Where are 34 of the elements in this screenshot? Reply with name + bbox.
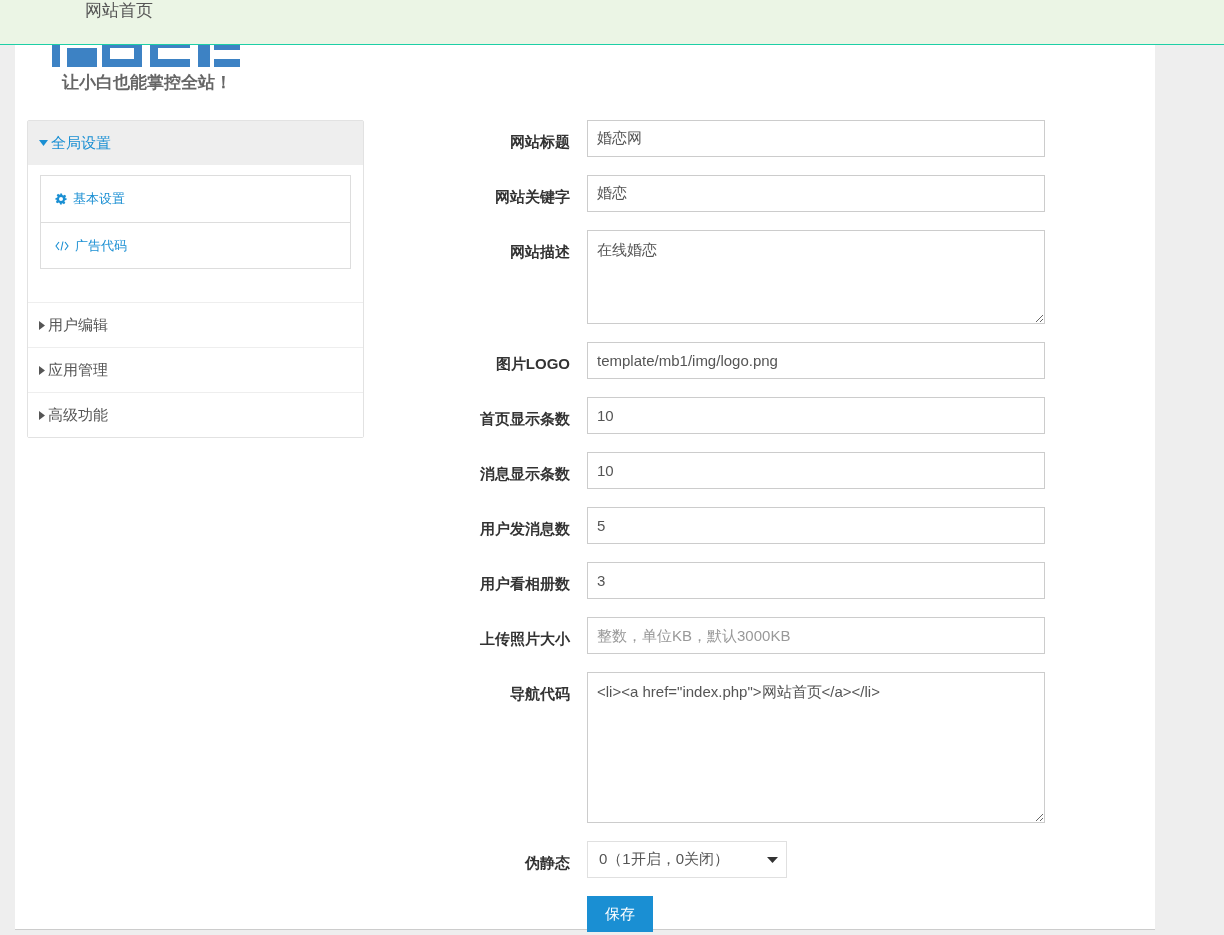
select-dropdown[interactable]: 0（1开启，0关闭） <box>587 841 787 878</box>
field-label: 用户看相册数 <box>479 574 571 594</box>
home-link[interactable]: 网站首页 <box>85 0 153 24</box>
field-label: 网站标题 <box>509 132 571 152</box>
text-field[interactable]: 10 <box>587 452 1045 489</box>
field-label: 导航代码 <box>509 684 571 704</box>
text-field[interactable]: 整数，单位KB，默认3000KB <box>587 617 1045 654</box>
field-label: 用户发消息数 <box>479 519 571 539</box>
text-area[interactable]: 在线婚恋 <box>587 230 1045 324</box>
text-field[interactable]: 婚恋网 <box>587 120 1045 157</box>
gear-icon <box>55 193 67 205</box>
caret-right-icon <box>39 365 45 375</box>
code-area[interactable]: <li><a href="index.php">网站首页</a></li> <box>587 672 1045 823</box>
code-icon <box>55 240 69 251</box>
field-label: 伪静态 <box>523 853 571 873</box>
text-field[interactable]: 婚恋 <box>587 175 1045 212</box>
caret-right-icon <box>39 320 45 330</box>
caret-down-icon <box>767 856 778 863</box>
text-field[interactable]: 10 <box>587 397 1045 434</box>
text-field[interactable]: template/mb1/img/logo.png <box>587 342 1045 379</box>
field-label: 首页显示条数 <box>479 409 571 429</box>
caret-right-icon <box>39 410 45 420</box>
field-label: 图片LOGO <box>494 354 571 374</box>
sidebar-item[interactable]: 基本设置 <box>41 176 350 222</box>
field-label: 消息显示条数 <box>479 464 571 484</box>
save-button[interactable]: 保存 <box>587 896 653 932</box>
field-label: 网站描述 <box>509 242 571 262</box>
field-label: 网站关键字 <box>494 187 571 207</box>
logo-tagline: 让小白也能掌控全站！ <box>62 72 233 94</box>
field-label: 上传照片大小 <box>479 629 571 649</box>
caret-down-icon <box>39 140 48 146</box>
text-field[interactable]: 3 <box>587 562 1045 599</box>
text-field[interactable]: 5 <box>587 507 1045 544</box>
sidebar-item[interactable]: 广告代码 <box>41 222 350 268</box>
